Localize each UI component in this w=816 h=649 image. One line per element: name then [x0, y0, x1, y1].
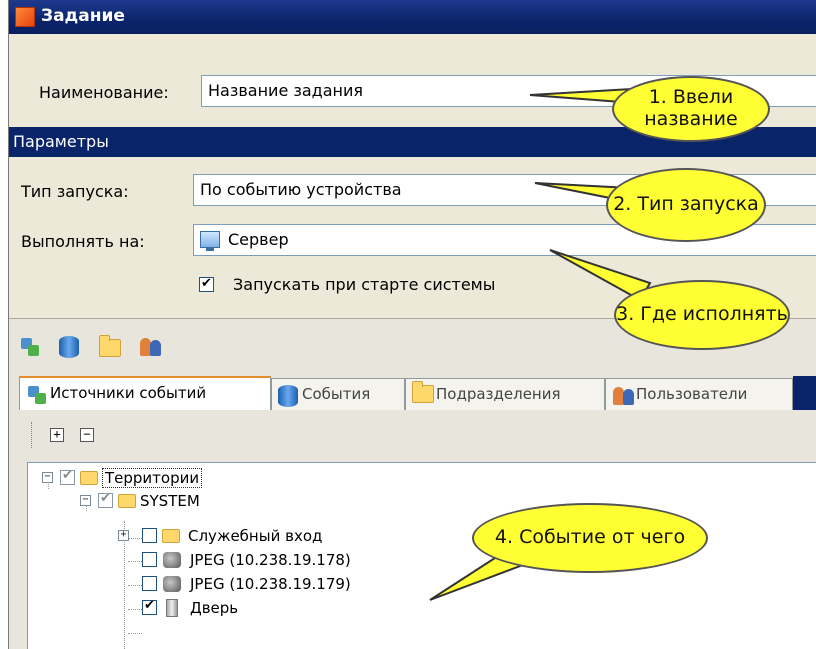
tree-checkbox[interactable]: [142, 552, 157, 567]
callout-event-source: 4. Событие от чего: [472, 503, 708, 573]
collapse-toggle[interactable]: −: [80, 495, 91, 506]
folder-icon: [80, 471, 98, 485]
tree-item-label: JPEG (10.238.19.179): [190, 575, 351, 593]
callout-launch-type: 2. Тип запуска: [606, 168, 766, 242]
events-icon: [278, 385, 298, 407]
run-on-label: Выполнять на:: [21, 232, 145, 251]
tree-item-label: JPEG (10.238.19.178): [190, 551, 351, 569]
folder-icon: [162, 529, 180, 543]
tree-checkbox[interactable]: [98, 491, 113, 508]
camera-icon: [163, 576, 181, 592]
departments-button[interactable]: [99, 335, 125, 362]
tab-label: Подразделения: [436, 385, 561, 403]
tree-item-label: Территории: [102, 468, 203, 488]
name-input-value: Название задания: [208, 81, 364, 100]
tab-label: Источники событий: [50, 384, 207, 402]
tab-strip-end: [793, 376, 816, 410]
title-bar[interactable]: Задание: [9, 0, 816, 34]
tree-item-label: Дверь: [190, 599, 239, 617]
expand-all-button[interactable]: +: [50, 428, 64, 442]
events-icon: [59, 336, 79, 358]
tree-item-label: Служебный вход: [188, 527, 323, 545]
event-sources-icon: [19, 336, 41, 358]
tree-checkbox[interactable]: [142, 576, 157, 591]
tab-strip: Источники событий События Подразделения …: [19, 376, 816, 410]
toolbar-grip[interactable]: [31, 422, 34, 448]
tab-events[interactable]: События: [271, 378, 405, 410]
tree-item[interactable]: − SYSTEM: [80, 491, 380, 514]
tree-checkbox[interactable]: [142, 598, 157, 615]
collapse-toggle[interactable]: −: [42, 472, 53, 483]
tree-item[interactable]: JPEG (10.238.19.178): [118, 551, 438, 573]
autostart-label: Запускать при старте системы: [233, 275, 496, 294]
users-button[interactable]: [139, 336, 165, 362]
tree-item-label: SYSTEM: [140, 492, 200, 510]
app-icon: [15, 7, 35, 27]
tree-checkbox[interactable]: [60, 468, 75, 485]
event-sources-button[interactable]: [19, 336, 45, 362]
name-label: Наименование:: [39, 83, 169, 102]
camera-icon: [163, 552, 181, 568]
launch-type-label: Тип запуска:: [21, 182, 129, 201]
computer-icon: [200, 231, 220, 251]
door-icon: [166, 599, 178, 617]
tree-item[interactable]: + Служебный вход: [118, 527, 438, 549]
folder-icon: [412, 381, 434, 403]
tree-checkbox[interactable]: [142, 528, 157, 543]
event-sources-tree[interactable]: − Территории − SYSTEM + Служебный вход: [27, 462, 816, 649]
callout-where-to-run: 3. Где исполнять: [614, 280, 790, 350]
tab-departments[interactable]: Подразделения: [405, 378, 605, 410]
tree-item[interactable]: − Территории: [42, 468, 342, 491]
tab-label: События: [302, 385, 371, 403]
folder-icon: [118, 494, 136, 508]
run-on-value: Сервер: [228, 230, 289, 249]
event-sources-icon: [26, 384, 48, 406]
tree-toolbar: + −: [31, 422, 94, 448]
tab-users[interactable]: Пользователи: [605, 378, 793, 410]
callout-name-entered: 1. Ввели название: [612, 76, 770, 142]
window-title: Задание: [41, 6, 125, 26]
tab-event-sources[interactable]: Источники событий: [19, 376, 271, 410]
folder-icon: [99, 335, 121, 357]
users-icon: [612, 385, 636, 407]
parameters-section-title: Параметры: [13, 132, 109, 151]
events-button[interactable]: [59, 336, 85, 362]
main-toolbar: [19, 329, 165, 369]
launch-type-value: По событию устройства: [200, 180, 402, 199]
tree-item[interactable]: JPEG (10.238.19.179): [118, 575, 438, 597]
expand-toggle[interactable]: +: [118, 530, 129, 541]
collapse-all-button[interactable]: −: [80, 428, 94, 442]
tree-item[interactable]: Дверь: [118, 598, 438, 621]
autostart-checkbox[interactable]: [199, 275, 214, 292]
tab-label: Пользователи: [636, 385, 748, 403]
lower-panel: Источники событий События Подразделения …: [9, 318, 816, 649]
users-icon: [139, 336, 163, 358]
